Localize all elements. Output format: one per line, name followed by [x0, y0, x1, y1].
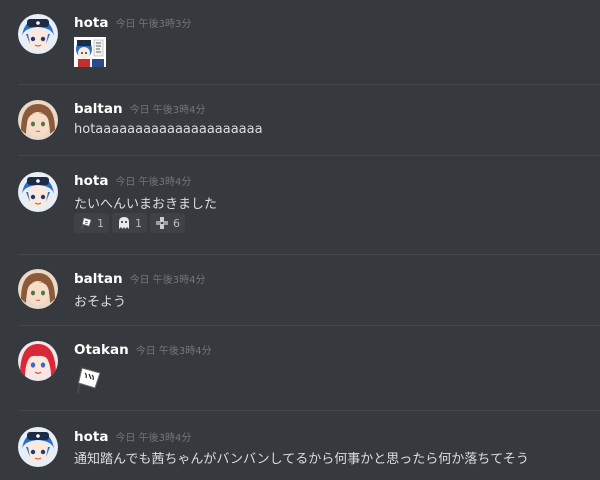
message-divider [18, 84, 600, 85]
reaction-list: 1 1 6 [74, 213, 185, 233]
message-divider [18, 254, 600, 255]
message-divider [18, 155, 600, 156]
message-author[interactable]: hota [74, 173, 108, 189]
ghost-emoji [119, 217, 129, 229]
message-text: おそよう [74, 295, 127, 310]
message-timestamp: 今日 午後3時4分 [135, 346, 212, 357]
message-text: 通知踏んでも茜ちゃんがバンバンしてるから何事かと思ったら何か落ちてそう [74, 452, 529, 467]
reaction-button[interactable]: 1 [112, 213, 147, 233]
reaction-button[interactable]: 1 [74, 213, 109, 233]
message-author[interactable]: Otakan [74, 342, 129, 358]
puzzle-emoji [156, 217, 168, 229]
message-timestamp: 今日 午後3時4分 [115, 433, 192, 444]
reaction-button[interactable]: 6 [150, 213, 185, 233]
message-timestamp: 今日 午後3時3分 [115, 19, 192, 30]
message-author[interactable]: baltan [74, 271, 123, 287]
otakan-avatar[interactable] [18, 341, 58, 381]
hota-avatar[interactable] [18, 14, 58, 54]
reaction-count: 1 [135, 216, 142, 230]
chat-message-list: hota 今日 午後3時3分 baltan 今日 午後3時4分 hotaaaaa… [0, 0, 600, 480]
hota-avatar[interactable] [18, 427, 58, 467]
flag-emoji [81, 217, 92, 230]
message-timestamp: 今日 午後3時4分 [115, 177, 192, 188]
message-text: hotaaaaaaaaaaaaaaaaaaaaa [74, 122, 263, 137]
flag-sticker[interactable] [74, 364, 104, 398]
baltan-avatar[interactable] [18, 100, 58, 140]
baltan-avatar[interactable] [18, 269, 58, 309]
message-author[interactable]: hota [74, 429, 108, 445]
message-divider [18, 410, 600, 411]
message-author[interactable]: baltan [74, 101, 123, 117]
message-timestamp: 今日 午後3時4分 [129, 275, 206, 286]
message-text: たいへんいまおきました [74, 197, 218, 212]
reaction-count: 6 [173, 216, 180, 230]
message-timestamp: 今日 午後3時4分 [129, 105, 206, 116]
reaction-count: 1 [97, 216, 104, 230]
message-author[interactable]: hota [74, 15, 108, 31]
sticker-thumbnail[interactable] [74, 37, 106, 71]
hota-avatar[interactable] [18, 172, 58, 212]
message-divider [18, 325, 600, 326]
